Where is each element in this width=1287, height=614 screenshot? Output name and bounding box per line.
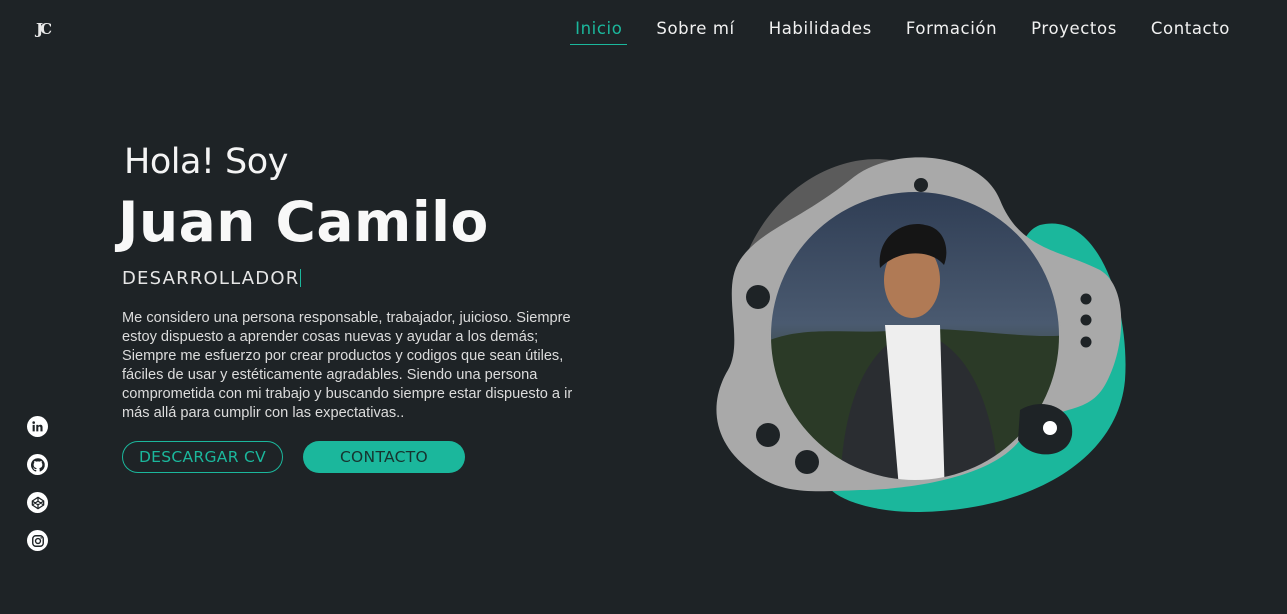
profile-illustration [716,157,1126,513]
social-links [27,416,48,551]
portfolio-page: JC Inicio Sobre mí Habilidades Formación… [0,0,1287,614]
download-cv-button[interactable]: DESCARGAR CV [122,441,283,473]
linkedin-icon[interactable] [27,416,48,437]
hole-5 [1080,336,1092,348]
hole-4 [1080,314,1092,326]
hero-name: Juan Camilo [118,190,489,254]
typing-cursor [300,269,302,287]
github-icon[interactable] [27,454,48,475]
hole-9 [1043,421,1057,435]
nav-formacion[interactable]: Formación [889,19,1014,45]
codepen-icon[interactable] [27,492,48,513]
hole-2 [746,285,770,309]
hole-3 [1080,293,1092,305]
nav-inicio[interactable]: Inicio [558,19,639,45]
nav-habilidades[interactable]: Habilidades [752,19,889,45]
hole-7 [795,450,819,474]
contact-button[interactable]: CONTACTO [303,441,465,473]
hero-greeting: Hola! Soy [124,142,288,182]
hero-role: DESARROLLADOR [122,268,302,289]
instagram-icon[interactable] [27,530,48,551]
nav-sobre-mi[interactable]: Sobre mí [639,19,751,45]
site-logo[interactable]: JC [36,18,60,40]
hero-bio: Me considero una persona responsable, tr… [122,310,573,421]
main-nav: Inicio Sobre mí Habilidades Formación Pr… [558,19,1247,45]
hero-role-text: DESARROLLADOR [122,268,300,289]
hole-1 [914,178,928,192]
nav-contacto[interactable]: Contacto [1134,19,1247,45]
nav-proyectos[interactable]: Proyectos [1014,19,1134,45]
hole-6 [756,423,780,447]
